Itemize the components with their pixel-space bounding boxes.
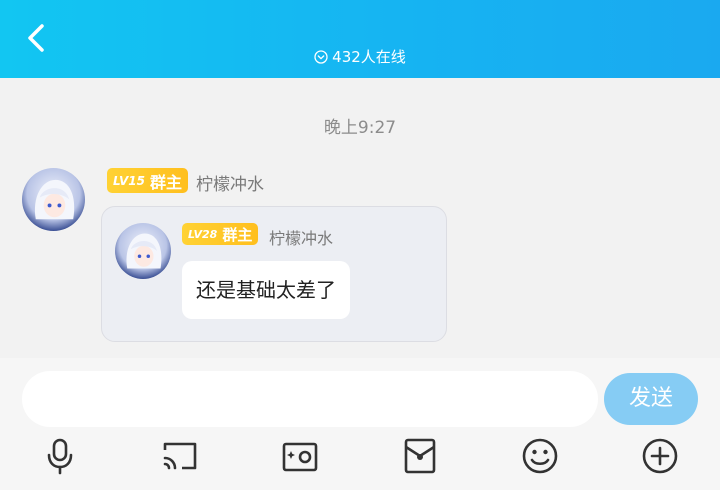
send-button[interactable]: 发送 [604, 373, 698, 425]
avatar-image [22, 168, 85, 231]
voice-button[interactable] [40, 436, 80, 476]
badge-level: LV15 [113, 173, 145, 188]
red-envelope-icon [404, 438, 436, 474]
chevron-down-circle-icon [314, 50, 328, 64]
level-badge: LV15 群主 [107, 168, 188, 193]
red-packet-button[interactable] [400, 436, 440, 476]
plus-icon [642, 438, 678, 474]
cast-screen-icon [163, 442, 197, 470]
sender-name[interactable]: 柠檬冲水 [196, 170, 264, 195]
quoted-sender-name: 柠檬冲水 [269, 229, 334, 248]
badge-role: 群主 [222, 225, 253, 244]
more-button[interactable] [640, 436, 680, 476]
badge-level: LV28 [188, 227, 218, 241]
message-input[interactable] [22, 371, 598, 427]
composer-bar: 发送 [0, 358, 720, 490]
photo-icon [282, 442, 318, 472]
photo-button[interactable] [280, 436, 320, 476]
online-count[interactable]: 432人在线 [0, 46, 720, 67]
message-timestamp: 晚上9:27 [323, 118, 397, 138]
online-count-text: 432人在线 [332, 48, 406, 66]
avatar[interactable] [22, 168, 85, 231]
avatar-image [115, 223, 171, 279]
input-toolbar [0, 436, 720, 480]
quoted-level-badge: LV28 群主 [182, 223, 259, 245]
quoted-message-card[interactable]: LV28 群主 柠檬冲水 还是基础太差了 [101, 206, 447, 342]
badge-role: 群主 [149, 172, 182, 192]
emoji-button[interactable] [520, 436, 560, 476]
chat-header: 432人在线 [0, 0, 720, 78]
quoted-message-bubble[interactable]: 还是基础太差了 [182, 261, 350, 319]
microphone-icon [47, 438, 73, 475]
emoji-icon [522, 438, 558, 474]
screen-share-button[interactable] [160, 436, 200, 476]
quoted-avatar[interactable] [115, 223, 171, 279]
